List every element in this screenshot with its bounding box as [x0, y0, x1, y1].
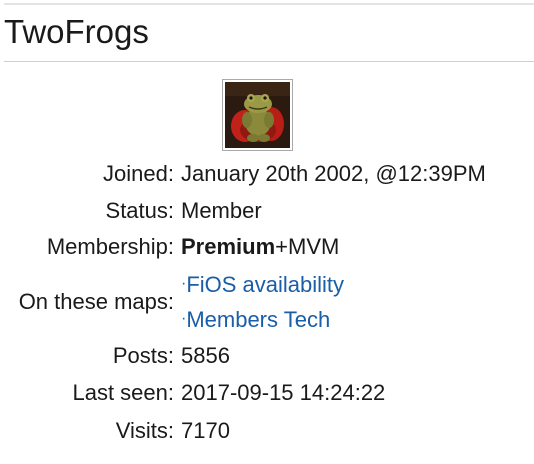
avatar[interactable]	[222, 79, 293, 151]
membership-value: Premium+MVM	[181, 234, 339, 260]
page-title: TwoFrogs	[4, 13, 149, 50]
joined-label: Joined:	[103, 161, 174, 186]
last-seen-value: 2017-09-15 14:24:22	[181, 380, 386, 405]
posts-label: Posts:	[112, 343, 174, 368]
frog-avatar-icon	[225, 82, 290, 148]
status-label: Status:	[105, 198, 174, 223]
bullet-icon: ·	[181, 310, 187, 327]
map-link-label: FiOS availability	[186, 272, 345, 297]
map-link-members-tech[interactable]: ·Members Tech	[181, 307, 330, 336]
map-link-label: Members Tech	[186, 307, 331, 332]
joined-value: January 20th 2002, @12:39PM	[181, 161, 486, 186]
last-seen-label: Last seen:	[72, 380, 174, 405]
visits-value: 7170	[181, 418, 230, 443]
map-link-fios-availability[interactable]: ·FiOS availability	[181, 272, 344, 301]
posts-value: 5856	[181, 343, 230, 368]
membership-tier: Premium	[181, 234, 276, 259]
bullet-icon: ·	[181, 275, 187, 292]
membership-label: Membership:	[46, 234, 174, 259]
top-divider	[4, 3, 534, 5]
membership-extra: +MVM	[275, 234, 340, 259]
visits-label: Visits:	[115, 418, 174, 443]
title-divider	[4, 61, 534, 62]
status-value: Member	[181, 198, 262, 223]
maps-label: On these maps:	[18, 289, 174, 314]
